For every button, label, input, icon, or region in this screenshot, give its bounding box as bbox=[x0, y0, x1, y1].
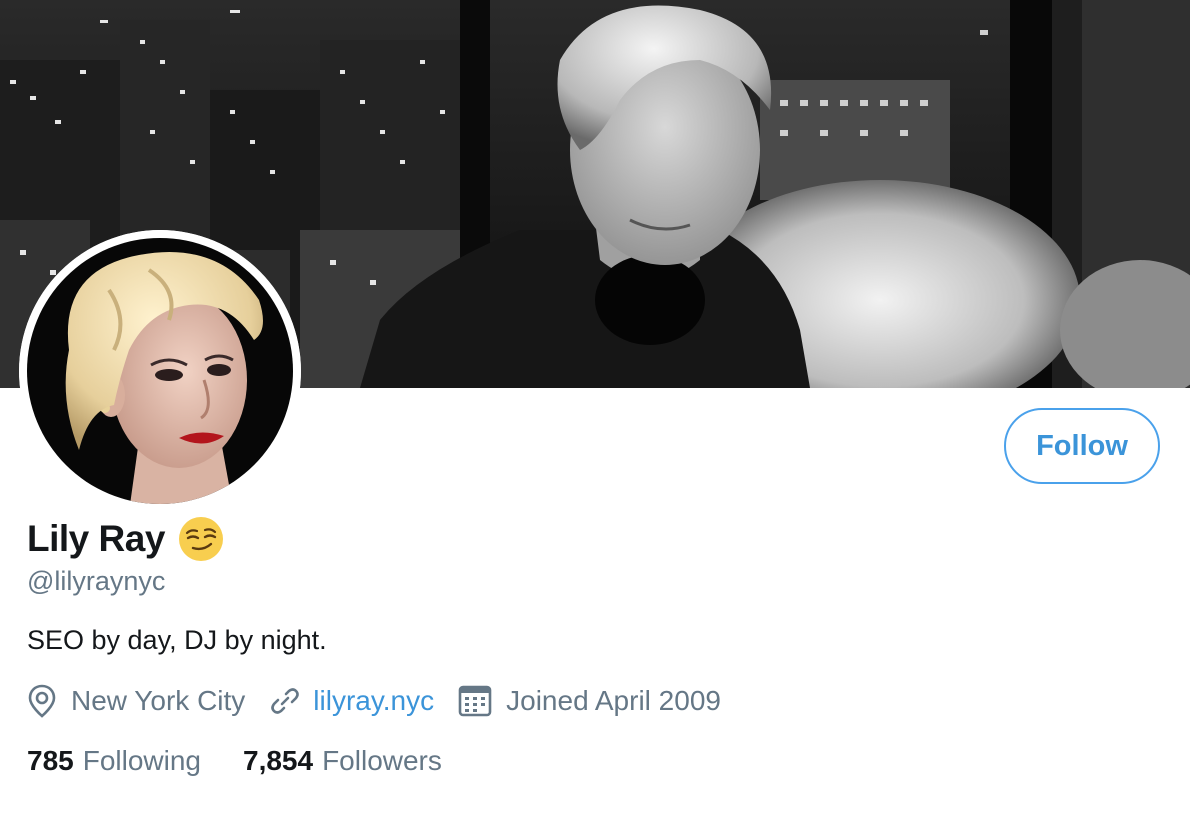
joined-text: Joined April 2009 bbox=[506, 685, 721, 716]
smirking-face-emoji-icon bbox=[178, 517, 223, 561]
avatar-photo bbox=[19, 230, 301, 512]
location-text: New York City bbox=[71, 685, 246, 716]
display-name: Lily Ray bbox=[27, 518, 165, 559]
following-label: Following bbox=[82, 745, 201, 776]
followers-label: Followers bbox=[322, 745, 442, 776]
profile-joined: Joined April 2009 bbox=[458, 685, 721, 717]
profile-location: New York City bbox=[27, 684, 245, 718]
profile-website[interactable]: lilyray.nyc bbox=[269, 685, 434, 717]
following-stat[interactable]: 785 Following bbox=[27, 745, 201, 777]
calendar-icon bbox=[458, 685, 492, 717]
link-icon bbox=[271, 688, 300, 714]
follow-button[interactable]: Follow bbox=[1004, 408, 1160, 484]
profile-meta-row: New York City lilyray.nyc Joined April 2… bbox=[27, 682, 721, 720]
followers-count: 7,854 bbox=[243, 745, 314, 776]
profile-page: Follow Lily Ray @lilyraynyc SEO by day, … bbox=[0, 0, 1190, 826]
profile-bio: SEO by day, DJ by night. bbox=[27, 625, 327, 655]
profile-stats-row: 785 Following 7,854 Followers bbox=[27, 742, 442, 780]
profile-name-row: Lily Ray bbox=[27, 516, 224, 562]
profile-avatar[interactable] bbox=[19, 230, 301, 512]
profile-handle: @lilyraynyc bbox=[27, 566, 166, 596]
location-pin-icon bbox=[28, 684, 56, 718]
followers-stat[interactable]: 7,854 Followers bbox=[243, 745, 442, 777]
following-count: 785 bbox=[27, 745, 74, 776]
website-link[interactable]: lilyray.nyc bbox=[313, 685, 434, 717]
